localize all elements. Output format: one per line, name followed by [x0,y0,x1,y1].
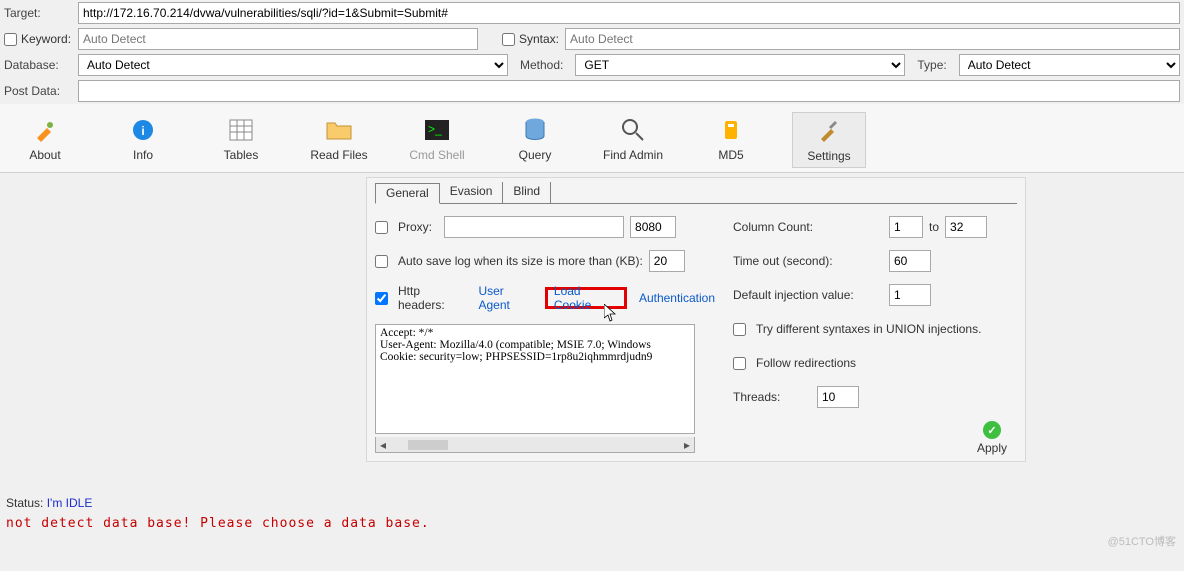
definj-input[interactable] [889,284,931,306]
status-value: I'm IDLE [47,496,93,510]
watermark: @51CTO博客 [1108,533,1176,549]
query-button[interactable]: Query [498,112,572,168]
followredir-label: Follow redirections [756,356,856,370]
tab-evasion[interactable]: Evasion [440,182,504,203]
proxy-port-input[interactable] [630,216,676,238]
about-button[interactable]: About [8,112,82,168]
database-label: Database: [4,58,72,72]
svg-text:>_: >_ [428,122,442,136]
toolbar: About iInfo Tables Read Files >_Cmd Shel… [0,104,1184,173]
trydiff-checkbox[interactable] [733,323,746,336]
cmdshell-button[interactable]: >_Cmd Shell [400,112,474,168]
md5-button[interactable]: MD5 [694,112,768,168]
httpheaders-label: Http headers: [398,284,466,312]
definj-label: Default injection value: [733,288,883,302]
colcount-from-input[interactable] [889,216,923,238]
threads-label: Threads: [733,390,811,404]
mouse-cursor-icon [604,304,616,322]
folder-icon [325,116,353,144]
tables-button[interactable]: Tables [204,112,278,168]
checkmark-icon: ✓ [983,421,1001,439]
tab-blind[interactable]: Blind [503,182,551,203]
target-input[interactable] [78,2,1180,24]
autosave-checkbox[interactable] [375,255,388,268]
syntax-input[interactable] [565,28,1180,50]
info-icon: i [129,116,157,144]
findadmin-button[interactable]: Find Admin [596,112,670,168]
proxy-label: Proxy: [398,220,432,234]
carrot-icon [31,116,59,144]
autosave-label: Auto save log when its size is more than… [398,254,643,268]
keyword-checkbox[interactable] [4,33,17,46]
tools-icon [815,117,843,145]
apply-button[interactable]: ✓ Apply [977,421,1007,455]
settings-button[interactable]: Settings [792,112,866,168]
hash-icon [717,116,745,144]
method-select[interactable]: GET [575,54,905,76]
tables-icon [227,116,255,144]
headers-textarea[interactable]: Accept: */* User-Agent: Mozilla/4.0 (com… [375,324,695,434]
colcount-to-input[interactable] [945,216,987,238]
type-select[interactable]: Auto Detect [959,54,1180,76]
type-label: Type: [917,58,946,72]
search-icon [619,116,647,144]
target-label: Target: [4,6,72,20]
terminal-icon: >_ [423,116,451,144]
readfiles-button[interactable]: Read Files [302,112,376,168]
error-message: not detect data base! Please choose a da… [0,514,1184,533]
status-label: Status: [6,496,43,510]
authentication-link[interactable]: Authentication [639,291,715,305]
trydiff-label: Try different syntaxes in UNION injectio… [756,322,981,336]
postdata-label: Post Data: [4,84,72,98]
svg-text:i: i [141,124,144,138]
settings-panel: General Evasion Blind Proxy: Auto save l… [366,177,1026,462]
autosave-kb-input[interactable] [649,250,685,272]
httpheaders-checkbox[interactable] [375,292,388,305]
loadcookie-highlight: Load Cookie [545,287,627,309]
followredir-checkbox[interactable] [733,357,746,370]
info-button[interactable]: iInfo [106,112,180,168]
postdata-input[interactable] [78,80,1180,102]
tab-general[interactable]: General [375,183,440,204]
threads-input[interactable] [817,386,859,408]
proxy-checkbox[interactable] [375,221,388,234]
colcount-label: Column Count: [733,220,883,234]
database-select[interactable]: Auto Detect [78,54,508,76]
syntax-label: Syntax: [519,32,559,46]
keyword-label: Keyword: [21,32,71,46]
proxy-host-input[interactable] [444,216,624,238]
method-label: Method: [520,58,563,72]
useragent-link[interactable]: User Agent [478,284,534,312]
colcount-to-label: to [929,220,939,234]
headers-hscrollbar[interactable]: ◂▸ [375,437,695,453]
timeout-label: Time out (second): [733,254,883,268]
database-icon [521,116,549,144]
syntax-checkbox[interactable] [502,33,515,46]
timeout-input[interactable] [889,250,931,272]
keyword-input[interactable] [78,28,478,50]
